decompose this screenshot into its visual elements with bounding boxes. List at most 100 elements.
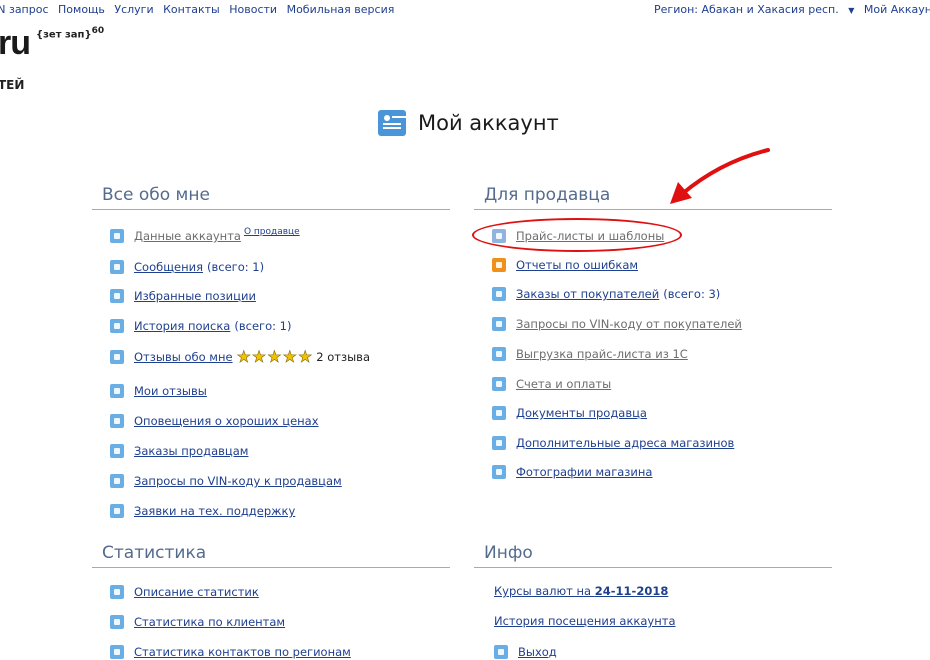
message-icon [110, 260, 124, 274]
list-item: Дополнительные адреса магазинов [492, 435, 734, 451]
nav-contacts[interactable]: Контакты [163, 3, 220, 16]
search-history-link[interactable]: История поиска [134, 319, 230, 333]
star-icon [110, 384, 124, 398]
seller-documents-link[interactable]: Документы продавца [516, 406, 647, 420]
bell-icon [110, 414, 124, 428]
shop-photos-link[interactable]: Фотографии магазина [516, 465, 652, 479]
money-icon [492, 377, 506, 391]
currency-rates-link[interactable]: Курсы валют на 24-11-2018 [494, 584, 668, 598]
list-item: Статистика контактов по регионам [110, 644, 351, 660]
region-selector[interactable]: Регион: Абакан и Хакасия респ. ▼ [648, 3, 854, 16]
list-item: Фотографии магазина [492, 464, 652, 480]
section-about-me: Все обо мне Данные аккаунта О продавце С… [92, 184, 450, 524]
nav-news[interactable]: Новости [229, 3, 277, 16]
nav-mobile-version[interactable]: Мобильная версия [287, 3, 395, 16]
list-item: Документы продавца [492, 405, 647, 421]
star-icon: ★ [236, 347, 251, 366]
extra-addresses-link[interactable]: Дополнительные адреса магазинов [516, 436, 734, 450]
price-export-1c-link[interactable]: Выгрузка прайс-листа из 1С [516, 347, 688, 361]
section-heading: Все обо мне [92, 184, 450, 210]
top-nav: IN запрос Помощь Услуги Контакты Новости… [0, 3, 400, 16]
nav-services[interactable]: Услуги [114, 3, 153, 16]
logout-item: Выход [494, 644, 557, 660]
list-item: Заказы от покупателей (всего: 3) [492, 286, 720, 302]
page-title: Мой аккаунт [378, 108, 559, 138]
visit-history-link[interactable]: История посещения аккаунта [494, 614, 676, 628]
my-reviews-link[interactable]: Мои отзывы [134, 384, 207, 398]
logo-tagline-num: 60 [91, 26, 105, 36]
customer-orders-count: (всего: 3) [663, 287, 721, 301]
support-icon [110, 504, 124, 518]
top-right: Регион: Абакан и Хакасия респ. ▼ Мой Акк… [642, 3, 930, 16]
my-account-link[interactable]: Мой Аккаун [864, 3, 930, 16]
reviews-about-me-link[interactable]: Отзывы обо мне [134, 350, 233, 364]
search-history-count: (всего: 1) [234, 319, 292, 333]
download-icon [492, 347, 506, 361]
favorites-link[interactable]: Избранные позиции [134, 289, 256, 303]
error-reports-link[interactable]: Отчеты по ошибкам [516, 258, 638, 272]
logo-subtitle: ТЕЙ [0, 78, 25, 92]
annotation-arrow-icon [670, 148, 770, 204]
car-icon [110, 474, 124, 488]
invoices-link[interactable]: Счета и оплаты [516, 377, 611, 391]
annotation-ellipse [472, 218, 682, 252]
list-item: Отзывы обо мне ★ ★ ★ ★ ★ 2 отзыва [110, 347, 371, 366]
list-item: Мои отзывы [110, 383, 207, 399]
messages-link[interactable]: Сообщения [134, 260, 203, 274]
cart-icon [492, 287, 506, 301]
star-icon: ★ [251, 347, 267, 366]
orders-to-sellers-link[interactable]: Заказы продавцам [134, 444, 248, 458]
nav-help[interactable]: Помощь [58, 3, 105, 16]
list-item: Оповещения о хороших ценах [110, 413, 319, 429]
list-item: Счета и оплаты [492, 376, 611, 392]
user-icon [110, 229, 124, 243]
star-icon: ★ [297, 347, 313, 366]
vin-requests-from-customers-link[interactable]: Запросы по VIN-коду от покупателей [516, 317, 742, 331]
messages-count: (всего: 1) [207, 260, 265, 274]
client-stats-link[interactable]: Статистика по клиентам [134, 615, 285, 629]
heart-icon [110, 289, 124, 303]
star-icon: ★ [282, 347, 297, 366]
logo-tagline-text: {зет зап} [36, 29, 92, 41]
star-icon: ★ [267, 347, 282, 366]
list-item: Заказы продавцам [110, 443, 248, 459]
list-item: Описание статистик [110, 584, 259, 600]
list-item: Запросы по VIN-коду от покупателей [492, 316, 742, 332]
list-item: Сообщения (всего: 1) [110, 259, 264, 275]
section-statistics: Статистика Описание статистик Статистика… [92, 542, 450, 660]
nav-vin-request[interactable]: IN запрос [0, 3, 49, 16]
price-alerts-link[interactable]: Оповещения о хороших ценах [134, 414, 319, 428]
document-icon [492, 406, 506, 420]
currency-rates-date: 24-11-2018 [594, 584, 669, 598]
reviews-count: 2 отзыва [316, 350, 371, 364]
list-item: История поиска (всего: 1) [110, 318, 291, 334]
list-item: Статистика по клиентам [110, 614, 285, 630]
account-card-icon [378, 110, 406, 136]
chart-icon [110, 615, 124, 629]
history-icon [110, 319, 124, 333]
chevron-down-icon: ▼ [848, 6, 855, 15]
rating-stars: ★ ★ ★ ★ ★ [236, 347, 314, 366]
photo-icon [492, 465, 506, 479]
customer-orders-link[interactable]: Заказы от покупателей [516, 287, 659, 301]
list-item: Заявки на тех. поддержку [110, 503, 295, 519]
list-item: Запросы по VIN-коду к продавцам [110, 473, 342, 489]
top-bar: IN запрос Помощь Услуги Контакты Новости… [0, 0, 930, 20]
region-label: Регион: Абакан и Хакасия респ. [654, 3, 839, 16]
cart-icon [110, 444, 124, 458]
info-icon [110, 585, 124, 599]
section-info: Инфо Курсы валют на 24-11-2018 История п… [474, 542, 832, 660]
section-heading: Инфо [474, 542, 832, 568]
site-logo[interactable]: ru {зет зап}60 ТЕЙ [0, 24, 104, 92]
list-item: Данные аккаунта О продавце [110, 227, 300, 244]
support-requests-link[interactable]: Заявки на тех. поддержку [134, 504, 295, 518]
list-item: Избранные позиции [110, 288, 256, 304]
account-data-link[interactable]: Данные аккаунта [134, 229, 241, 243]
page-title-text: Мой аккаунт [418, 111, 559, 135]
visit-history-text: История посещения аккаунта [494, 614, 676, 628]
logo-tagline: {зет зап}60 [36, 26, 104, 40]
vin-requests-to-sellers-link[interactable]: Запросы по VIN-коду к продавцам [134, 474, 342, 488]
stats-description-link[interactable]: Описание статистик [134, 585, 259, 599]
about-seller-link[interactable]: О продавце [244, 227, 300, 237]
star-icon [110, 350, 124, 364]
